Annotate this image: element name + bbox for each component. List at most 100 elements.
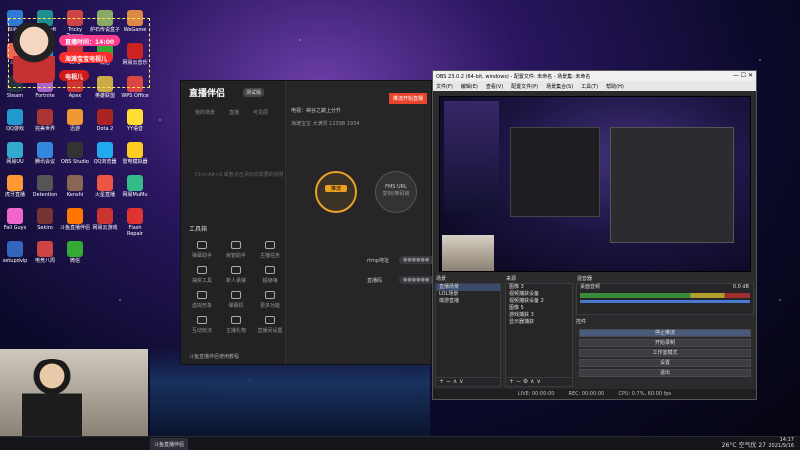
scenes-panel: 场景 直播场景 LOL场景 端游直播 + − ∧ ∨ (435, 276, 501, 387)
weather-tray[interactable]: 26°C 空气优 27 (722, 440, 766, 449)
source-item[interactable]: 游戏捕获 3 (506, 312, 572, 319)
tool-item[interactable]: 抽奖工具 (185, 266, 219, 291)
window-controls-icon[interactable]: — ☐ ✕ (733, 72, 753, 79)
source-item[interactable]: 视频捕获设备 2 (506, 298, 572, 305)
tool-item[interactable]: 房管助手 (219, 241, 253, 266)
tool-item[interactable]: 主播礼物 (219, 316, 253, 341)
app-icon (37, 241, 53, 257)
side-tab[interactable]: 我的场景 (195, 109, 215, 116)
mixer-source-label: 桌面音频 (580, 284, 601, 290)
desktop-icon[interactable]: Sekiro (30, 208, 60, 241)
control-button[interactable]: 设置 (579, 359, 751, 367)
desktop-icon[interactable]: Kenshi (60, 175, 90, 208)
desktop-icon-label: Fall Guys (3, 225, 27, 231)
desktop-icon[interactable]: 斗鱼直播伴侣 (60, 208, 90, 241)
toolbox-title: 工具箱 (189, 226, 208, 233)
desktop-icon-label: 虎牙直播 (4, 192, 25, 198)
taskbar: 斗鱼直播伴侣 26°C 空气优 27 14:17 2021/9/16 (0, 436, 800, 450)
control-button[interactable]: 开始录制 (579, 339, 751, 347)
scene-item[interactable]: 端游直播 (436, 298, 500, 305)
menu-item[interactable]: 配置文件(P) (511, 83, 538, 90)
desktop-icon[interactable]: 迅游 (60, 109, 90, 142)
tool-item[interactable]: 更多功能 (253, 291, 287, 316)
desktop-icon[interactable]: OBS Studio (60, 142, 90, 175)
desktop-icon[interactable]: Detention (30, 175, 60, 208)
desktop-icon-label: 完美世界 (34, 126, 55, 132)
controls-header: 控件 (576, 319, 587, 325)
control-button[interactable]: 退出 (579, 369, 751, 377)
sources-panel: 来源 图像 3 视频捕获设备 视频捕获设备 2 图像 5 游戏捕获 3 显示器捕获 + −… (505, 276, 573, 387)
tool-item[interactable]: 弹幕机 (219, 291, 253, 316)
taskbar-app-item[interactable]: 斗鱼直播伴侣 (150, 438, 189, 450)
desktop-icon[interactable]: 虎牙直播 (0, 175, 30, 208)
tool-item[interactable]: 弹幕助手 (185, 241, 219, 266)
menu-item[interactable]: 工具(T) (581, 83, 598, 90)
desktop-icon[interactable]: 火星直播 (90, 175, 120, 208)
room-stats: 海滩宝宝 大满贯 12398 1934 (291, 121, 360, 127)
obs-window: OBS 23.0.2 (64-bit, windows) - 配置文件: 未命名… (432, 70, 757, 400)
tool-item[interactable]: 直播间设置 (253, 316, 287, 341)
desktop-icon[interactable]: 腾讯会议 (30, 142, 60, 175)
desktop-icon[interactable]: Fall Guys (0, 208, 30, 241)
push-circle[interactable]: 推流 (315, 171, 357, 213)
app-icon (97, 109, 113, 125)
tool-label: 新人承接 (225, 278, 246, 284)
desktop-icon-label: 迅游 (69, 126, 80, 132)
desktop-icon[interactable]: 网易UU (0, 142, 30, 175)
tool-item[interactable]: 虚拟形象 (185, 291, 219, 316)
scenes-toolbar[interactable]: + − ∧ ∨ (436, 377, 500, 386)
scene-item[interactable]: 直播场景 (436, 284, 500, 291)
clock[interactable]: 14:17 2021/9/16 (768, 437, 794, 449)
control-button[interactable]: 停止推流 (579, 329, 751, 337)
obs-preview[interactable] (439, 96, 751, 272)
source-item[interactable]: 视频捕获设备 (506, 291, 572, 298)
tool-item[interactable]: 新人承接 (219, 266, 253, 291)
overlay-subtitle: 电视儿 (59, 70, 90, 81)
desktop-icon-label: 火星直播 (94, 192, 115, 198)
tool-icon (265, 291, 275, 299)
desktop-icon[interactable]: 完美世界 (30, 109, 60, 142)
scene-empty-hint: Ctrl+Alt+S 或者点击添加你需要的场景 (195, 172, 284, 178)
desktop-icon-label: Sekiro (37, 225, 53, 231)
desktop-icon[interactable]: 微信 (60, 241, 90, 274)
desktop-icon[interactable]: Dota 2 (90, 109, 120, 142)
desktop-icon[interactable]: QQ游戏 (0, 109, 30, 142)
menu-item[interactable]: 帮助(H) (606, 83, 624, 90)
desktop-icon-label: Detention (32, 192, 58, 198)
preview-desktop (444, 101, 499, 211)
source-item[interactable]: 图像 5 (506, 305, 572, 312)
app-version-badge: 测试版 (243, 88, 265, 97)
preview-webcam (442, 235, 494, 271)
mixer-header: 混音器 (577, 276, 593, 282)
desktop-icon[interactable]: QQ浏览器 (90, 142, 120, 175)
tool-item[interactable]: 超级嗨 (253, 266, 287, 291)
menu-item[interactable]: 场景集合(S) (546, 83, 573, 90)
control-button[interactable]: 工作室模式 (579, 349, 751, 357)
desktop-icon[interactable]: 雷电模拟器 (120, 142, 150, 175)
fms-url-circle[interactable]: FMS URL 复制/推码链 (375, 171, 417, 213)
side-tab[interactable]: 可见层 (253, 109, 268, 116)
preview-app (510, 127, 600, 217)
side-tab[interactable]: 直播 (229, 109, 239, 116)
desktop-icon[interactable]: setupdvip (0, 241, 30, 274)
tool-item[interactable]: 互动玩法 (185, 316, 219, 341)
desktop-icon[interactable]: 网易云游戏 (90, 208, 120, 241)
tool-item[interactable]: 主播任务 (253, 241, 287, 266)
menu-item[interactable]: 文件(F) (436, 83, 453, 90)
desktop-icon[interactable]: YY语音 (120, 109, 150, 142)
app-footer-link[interactable]: 斗鱼直播伴侣使用教程 (189, 353, 239, 360)
menu-item[interactable]: 查看(V) (486, 83, 503, 90)
app-icon (7, 109, 23, 125)
desktop-icon-label: 腾讯会议 (34, 159, 55, 165)
menu-item[interactable]: 编辑(E) (461, 83, 478, 90)
source-item[interactable]: 显示器捕获 (506, 319, 572, 326)
desktop-icon[interactable]: 网易MuMu (120, 175, 150, 208)
app-icon (97, 142, 113, 158)
streamer (22, 359, 82, 436)
volume-slider[interactable] (580, 300, 750, 303)
desktop-icon[interactable]: Flash Repair (120, 208, 150, 241)
sources-toolbar[interactable]: + − ⚙ ∧ ∨ (506, 377, 572, 386)
desktop-icon[interactable]: 电竞八周 (30, 241, 60, 274)
scene-item[interactable]: LOL场景 (436, 291, 500, 298)
source-item[interactable]: 图像 3 (506, 284, 572, 291)
